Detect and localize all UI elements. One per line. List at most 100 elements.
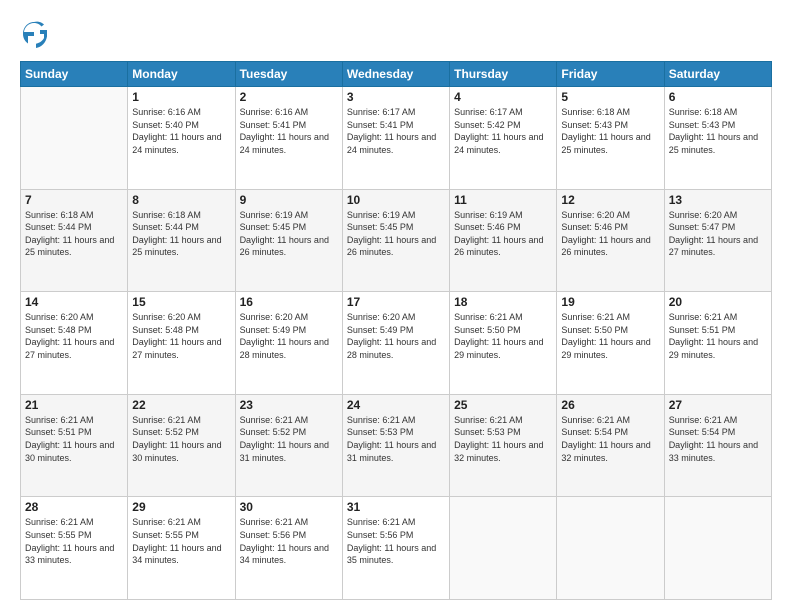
day-info: Sunrise: 6:21 AM Sunset: 5:54 PM Dayligh… [669,414,767,464]
calendar-cell: 8 Sunrise: 6:18 AM Sunset: 5:44 PM Daylig… [128,189,235,292]
calendar-cell: 31 Sunrise: 6:21 AM Sunset: 5:56 PM Dayli… [342,497,449,600]
day-number: 27 [669,398,767,412]
day-info: Sunrise: 6:20 AM Sunset: 5:49 PM Dayligh… [240,311,338,361]
day-number: 26 [561,398,659,412]
day-number: 3 [347,90,445,104]
calendar-cell: 15Sunrise: 6:20 AM Sunset: 5:48 PM Dayli… [128,292,235,395]
day-info: Sunrise: 6:21 AM Sunset: 5:51 PM Dayligh… [25,414,123,464]
calendar-cell: 16 Sunrise: 6:20 AM Sunset: 5:49 PM Dayli… [235,292,342,395]
day-number: 1 [132,90,230,104]
calendar-cell: 12Sunrise: 6:20 AM Sunset: 5:46 PM Dayli… [557,189,664,292]
day-number: 14 [25,295,123,309]
day-info: Sunrise: 6:19 AM Sunset: 5:45 PM Dayligh… [240,209,338,259]
calendar-week-row: 28 Sunrise: 6:21 AM Sunset: 5:55 PM Dayli… [21,497,772,600]
calendar-header-row: SundayMondayTuesdayWednesdayThursdayFrid… [21,62,772,87]
calendar-header-friday: Friday [557,62,664,87]
calendar-header-wednesday: Wednesday [342,62,449,87]
calendar-cell: 3Sunrise: 6:17 AM Sunset: 5:41 PM Daylig… [342,87,449,190]
calendar-cell [21,87,128,190]
day-info: Sunrise: 6:16 AM Sunset: 5:40 PM Dayligh… [132,106,230,156]
day-info: Sunrise: 6:20 AM Sunset: 5:48 PM Dayligh… [132,311,230,361]
day-info: Sunrise: 6:18 AM Sunset: 5:43 PM Dayligh… [669,106,767,156]
calendar-cell: 11 Sunrise: 6:19 AM Sunset: 5:46 PM Dayli… [450,189,557,292]
calendar-cell: 19Sunrise: 6:21 AM Sunset: 5:50 PM Dayli… [557,292,664,395]
calendar-week-row: 21 Sunrise: 6:21 AM Sunset: 5:51 PM Dayli… [21,394,772,497]
day-number: 7 [25,193,123,207]
calendar-header-thursday: Thursday [450,62,557,87]
day-number: 8 [132,193,230,207]
day-info: Sunrise: 6:18 AM Sunset: 5:44 PM Dayligh… [132,209,230,259]
calendar-cell: 26 Sunrise: 6:21 AM Sunset: 5:54 PM Dayli… [557,394,664,497]
calendar-cell: 9 Sunrise: 6:19 AM Sunset: 5:45 PM Daylig… [235,189,342,292]
day-info: Sunrise: 6:21 AM Sunset: 5:54 PM Dayligh… [561,414,659,464]
day-number: 12 [561,193,659,207]
calendar-cell: 27 Sunrise: 6:21 AM Sunset: 5:54 PM Dayli… [664,394,771,497]
calendar-table: SundayMondayTuesdayWednesdayThursdayFrid… [20,61,772,600]
calendar-header-tuesday: Tuesday [235,62,342,87]
calendar-cell [557,497,664,600]
calendar-cell: 17 Sunrise: 6:20 AM Sunset: 5:49 PM Dayli… [342,292,449,395]
calendar-cell: 28 Sunrise: 6:21 AM Sunset: 5:55 PM Dayli… [21,497,128,600]
calendar-cell: 30 Sunrise: 6:21 AM Sunset: 5:56 PM Dayli… [235,497,342,600]
calendar-cell: 7Sunrise: 6:18 AM Sunset: 5:44 PM Daylig… [21,189,128,292]
day-number: 17 [347,295,445,309]
day-number: 25 [454,398,552,412]
calendar-cell: 13 Sunrise: 6:20 AM Sunset: 5:47 PM Dayli… [664,189,771,292]
day-info: Sunrise: 6:20 AM Sunset: 5:48 PM Dayligh… [25,311,123,361]
calendar-cell [664,497,771,600]
calendar-header-monday: Monday [128,62,235,87]
day-number: 16 [240,295,338,309]
day-number: 11 [454,193,552,207]
day-number: 21 [25,398,123,412]
day-number: 23 [240,398,338,412]
day-info: Sunrise: 6:21 AM Sunset: 5:55 PM Dayligh… [25,516,123,566]
day-number: 6 [669,90,767,104]
day-info: Sunrise: 6:19 AM Sunset: 5:46 PM Dayligh… [454,209,552,259]
day-info: Sunrise: 6:21 AM Sunset: 5:52 PM Dayligh… [132,414,230,464]
calendar-cell: 5 Sunrise: 6:18 AM Sunset: 5:43 PM Daylig… [557,87,664,190]
calendar-cell: 21 Sunrise: 6:21 AM Sunset: 5:51 PM Dayli… [21,394,128,497]
day-info: Sunrise: 6:19 AM Sunset: 5:45 PM Dayligh… [347,209,445,259]
day-number: 4 [454,90,552,104]
day-info: Sunrise: 6:16 AM Sunset: 5:41 PM Dayligh… [240,106,338,156]
day-number: 29 [132,500,230,514]
day-info: Sunrise: 6:21 AM Sunset: 5:56 PM Dayligh… [347,516,445,566]
day-info: Sunrise: 6:21 AM Sunset: 5:53 PM Dayligh… [347,414,445,464]
day-number: 22 [132,398,230,412]
day-number: 13 [669,193,767,207]
calendar-cell: 6 Sunrise: 6:18 AM Sunset: 5:43 PM Daylig… [664,87,771,190]
calendar-cell: 22 Sunrise: 6:21 AM Sunset: 5:52 PM Dayli… [128,394,235,497]
day-info: Sunrise: 6:20 AM Sunset: 5:47 PM Dayligh… [669,209,767,259]
logo [20,20,52,53]
day-number: 9 [240,193,338,207]
day-info: Sunrise: 6:21 AM Sunset: 5:55 PM Dayligh… [132,516,230,566]
header [20,16,772,53]
day-info: Sunrise: 6:20 AM Sunset: 5:49 PM Dayligh… [347,311,445,361]
calendar-cell: 18 Sunrise: 6:21 AM Sunset: 5:50 PM Dayli… [450,292,557,395]
calendar-week-row: 1 Sunrise: 6:16 AM Sunset: 5:40 PM Daylig… [21,87,772,190]
calendar-cell: 25 Sunrise: 6:21 AM Sunset: 5:53 PM Dayli… [450,394,557,497]
day-info: Sunrise: 6:21 AM Sunset: 5:56 PM Dayligh… [240,516,338,566]
day-number: 28 [25,500,123,514]
day-number: 30 [240,500,338,514]
calendar-week-row: 7 Sunrise: 6:18 AM Sunset: 5:44 PM Daylig… [21,189,772,292]
calendar-week-row: 14 Sunrise: 6:20 AM Sunset: 5:48 PM Dayli… [21,292,772,395]
day-number: 19 [561,295,659,309]
logo-icon [20,20,48,48]
day-number: 24 [347,398,445,412]
calendar-cell: 2Sunrise: 6:16 AM Sunset: 5:41 PM Daylig… [235,87,342,190]
day-number: 5 [561,90,659,104]
calendar-header-sunday: Sunday [21,62,128,87]
calendar-cell: 24 Sunrise: 6:21 AM Sunset: 5:53 PM Dayli… [342,394,449,497]
day-info: Sunrise: 6:21 AM Sunset: 5:53 PM Dayligh… [454,414,552,464]
calendar-cell: 14 Sunrise: 6:20 AM Sunset: 5:48 PM Dayli… [21,292,128,395]
calendar-cell [450,497,557,600]
day-number: 18 [454,295,552,309]
calendar-cell: 10Sunrise: 6:19 AM Sunset: 5:45 PM Dayli… [342,189,449,292]
day-info: Sunrise: 6:21 AM Sunset: 5:50 PM Dayligh… [454,311,552,361]
day-number: 31 [347,500,445,514]
calendar-cell: 29 Sunrise: 6:21 AM Sunset: 5:55 PM Dayli… [128,497,235,600]
day-info: Sunrise: 6:21 AM Sunset: 5:51 PM Dayligh… [669,311,767,361]
day-info: Sunrise: 6:18 AM Sunset: 5:43 PM Dayligh… [561,106,659,156]
page: SundayMondayTuesdayWednesdayThursdayFrid… [0,0,792,612]
